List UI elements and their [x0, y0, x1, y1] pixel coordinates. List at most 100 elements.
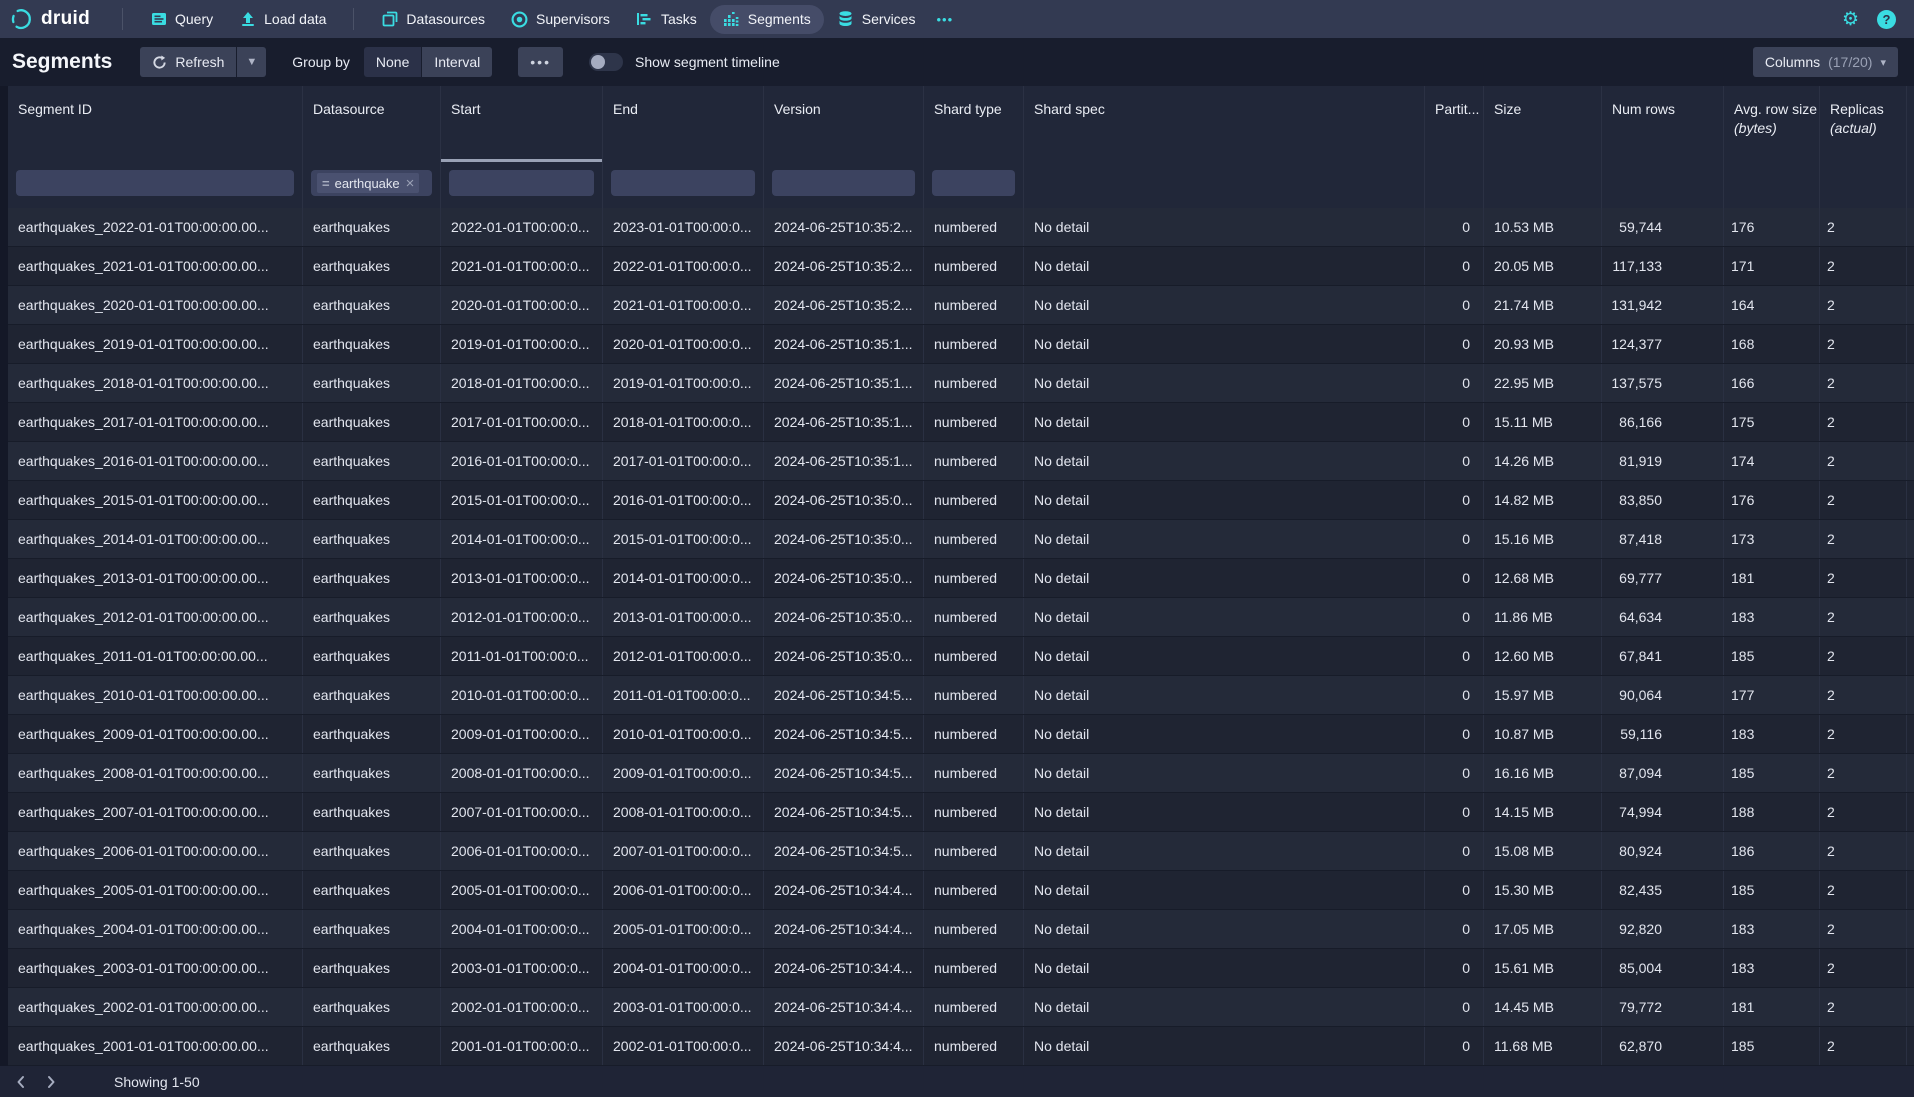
columns-button[interactable]: Columns (17/20) ▾: [1753, 47, 1898, 77]
cell-avg-row-size[interactable]: 176: [1724, 208, 1820, 246]
cell-version[interactable]: 2024-06-25T10:34:4...: [764, 949, 924, 987]
cell-avg-row-size[interactable]: 173: [1724, 520, 1820, 558]
cell-shard-spec[interactable]: No detail: [1024, 676, 1425, 714]
nav-item-tasks[interactable]: Tasks: [623, 5, 710, 34]
cell-re[interactable]: 2: [1907, 910, 1914, 948]
cell-end[interactable]: 2011-01-01T00:00:0...: [603, 676, 764, 714]
cell-shard-spec[interactable]: No detail: [1024, 949, 1425, 987]
cell-version[interactable]: 2024-06-25T10:35:0...: [764, 520, 924, 558]
cell-re[interactable]: 2: [1907, 715, 1914, 753]
cell-size[interactable]: 14.82 MB: [1484, 481, 1602, 519]
nav-item-segments[interactable]: Segments: [710, 5, 824, 34]
cell-shard-type[interactable]: numbered: [924, 559, 1024, 597]
cell-replicas[interactable]: 2: [1820, 832, 1907, 870]
cell-replicas[interactable]: 2: [1820, 286, 1907, 324]
cell-start[interactable]: 2017-01-01T00:00:0...: [441, 403, 603, 441]
cell-shard-type[interactable]: numbered: [924, 598, 1024, 636]
cell-segment-id[interactable]: earthquakes_2019-01-01T00:00:00.00...: [8, 325, 303, 363]
filter-input-version[interactable]: [772, 170, 915, 196]
cell-end[interactable]: 2006-01-01T00:00:0...: [603, 871, 764, 909]
cell-shard-spec[interactable]: No detail: [1024, 286, 1425, 324]
cell-shard-type[interactable]: numbered: [924, 910, 1024, 948]
cell-end[interactable]: 2021-01-01T00:00:0...: [603, 286, 764, 324]
cell-shard-type[interactable]: numbered: [924, 754, 1024, 792]
settings-gear-icon[interactable]: ⚙: [1842, 10, 1859, 29]
filter-input-segment-id[interactable]: [16, 170, 294, 196]
cell-segment-id[interactable]: earthquakes_2006-01-01T00:00:00.00...: [8, 832, 303, 870]
cell-datasource[interactable]: earthquakes: [303, 676, 441, 714]
cell-shard-type[interactable]: numbered: [924, 793, 1024, 831]
cell-num-rows[interactable]: 69,777: [1602, 559, 1724, 597]
cell-version[interactable]: 2024-06-25T10:34:4...: [764, 871, 924, 909]
cell-num-rows[interactable]: 117,133: [1602, 247, 1724, 285]
cell-datasource[interactable]: earthquakes: [303, 793, 441, 831]
cell-datasource[interactable]: earthquakes: [303, 637, 441, 675]
cell-replicas[interactable]: 2: [1820, 520, 1907, 558]
cell-datasource[interactable]: earthquakes: [303, 988, 441, 1026]
cell-start[interactable]: 2011-01-01T00:00:0...: [441, 637, 603, 675]
cell-version[interactable]: 2024-06-25T10:35:2...: [764, 247, 924, 285]
cell-shard-type[interactable]: numbered: [924, 871, 1024, 909]
cell-avg-row-size[interactable]: 181: [1724, 559, 1820, 597]
cell-num-rows[interactable]: 80,924: [1602, 832, 1724, 870]
segment-row[interactable]: earthquakes_2013-01-01T00:00:00.00...ear…: [8, 559, 1914, 598]
cell-partit[interactable]: 0: [1425, 910, 1484, 948]
cell-avg-row-size[interactable]: 183: [1724, 910, 1820, 948]
segment-row[interactable]: earthquakes_2022-01-01T00:00:00.00...ear…: [8, 208, 1914, 247]
cell-shard-spec[interactable]: No detail: [1024, 247, 1425, 285]
cell-avg-row-size[interactable]: 175: [1724, 403, 1820, 441]
cell-avg-row-size[interactable]: 177: [1724, 676, 1820, 714]
cell-num-rows[interactable]: 124,377: [1602, 325, 1724, 363]
cell-replicas[interactable]: 2: [1820, 442, 1907, 480]
cell-partit[interactable]: 0: [1425, 247, 1484, 285]
cell-num-rows[interactable]: 74,994: [1602, 793, 1724, 831]
cell-size[interactable]: 15.30 MB: [1484, 871, 1602, 909]
cell-datasource[interactable]: earthquakes: [303, 403, 441, 441]
cell-replicas[interactable]: 2: [1820, 637, 1907, 675]
cell-segment-id[interactable]: earthquakes_2001-01-01T00:00:00.00...: [8, 1027, 303, 1065]
cell-avg-row-size[interactable]: 185: [1724, 871, 1820, 909]
cell-partit[interactable]: 0: [1425, 442, 1484, 480]
cell-start[interactable]: 2020-01-01T00:00:0...: [441, 286, 603, 324]
nav-item-supervisors[interactable]: Supervisors: [498, 5, 623, 34]
column-header-start[interactable]: Start: [441, 86, 603, 162]
cell-size[interactable]: 22.95 MB: [1484, 364, 1602, 402]
cell-avg-row-size[interactable]: 183: [1724, 715, 1820, 753]
cell-num-rows[interactable]: 87,094: [1602, 754, 1724, 792]
cell-shard-type[interactable]: numbered: [924, 832, 1024, 870]
cell-segment-id[interactable]: earthquakes_2016-01-01T00:00:00.00...: [8, 442, 303, 480]
cell-num-rows[interactable]: 83,850: [1602, 481, 1724, 519]
cell-version[interactable]: 2024-06-25T10:35:0...: [764, 637, 924, 675]
cell-version[interactable]: 2024-06-25T10:34:4...: [764, 1027, 924, 1065]
cell-re[interactable]: 2: [1907, 676, 1914, 714]
cell-replicas[interactable]: 2: [1820, 715, 1907, 753]
nav-item-query[interactable]: Query: [137, 5, 226, 34]
nav-item-services[interactable]: Services: [824, 5, 929, 34]
cell-shard-spec[interactable]: No detail: [1024, 442, 1425, 480]
cell-size[interactable]: 11.68 MB: [1484, 1027, 1602, 1065]
cell-segment-id[interactable]: earthquakes_2004-01-01T00:00:00.00...: [8, 910, 303, 948]
cell-end[interactable]: 2003-01-01T00:00:0...: [603, 988, 764, 1026]
cell-datasource[interactable]: earthquakes: [303, 1027, 441, 1065]
cell-size[interactable]: 10.53 MB: [1484, 208, 1602, 246]
cell-replicas[interactable]: 2: [1820, 403, 1907, 441]
cell-size[interactable]: 16.16 MB: [1484, 754, 1602, 792]
cell-replicas[interactable]: 2: [1820, 247, 1907, 285]
cell-shard-type[interactable]: numbered: [924, 637, 1024, 675]
column-header-segment-id[interactable]: Segment ID: [8, 86, 303, 162]
help-icon[interactable]: ?: [1877, 10, 1896, 29]
cell-avg-row-size[interactable]: 183: [1724, 949, 1820, 987]
segment-row[interactable]: earthquakes_2010-01-01T00:00:00.00...ear…: [8, 676, 1914, 715]
cell-version[interactable]: 2024-06-25T10:35:2...: [764, 208, 924, 246]
cell-segment-id[interactable]: earthquakes_2022-01-01T00:00:00.00...: [8, 208, 303, 246]
cell-end[interactable]: 2004-01-01T00:00:0...: [603, 949, 764, 987]
cell-partit[interactable]: 0: [1425, 325, 1484, 363]
column-header-partit[interactable]: Partit...: [1425, 86, 1484, 162]
cell-end[interactable]: 2023-01-01T00:00:0...: [603, 208, 764, 246]
cell-re[interactable]: 2: [1907, 598, 1914, 636]
cell-end[interactable]: 2008-01-01T00:00:0...: [603, 793, 764, 831]
cell-re[interactable]: 2: [1907, 364, 1914, 402]
cell-shard-type[interactable]: numbered: [924, 676, 1024, 714]
segment-row[interactable]: earthquakes_2015-01-01T00:00:00.00...ear…: [8, 481, 1914, 520]
cell-avg-row-size[interactable]: 188: [1724, 793, 1820, 831]
